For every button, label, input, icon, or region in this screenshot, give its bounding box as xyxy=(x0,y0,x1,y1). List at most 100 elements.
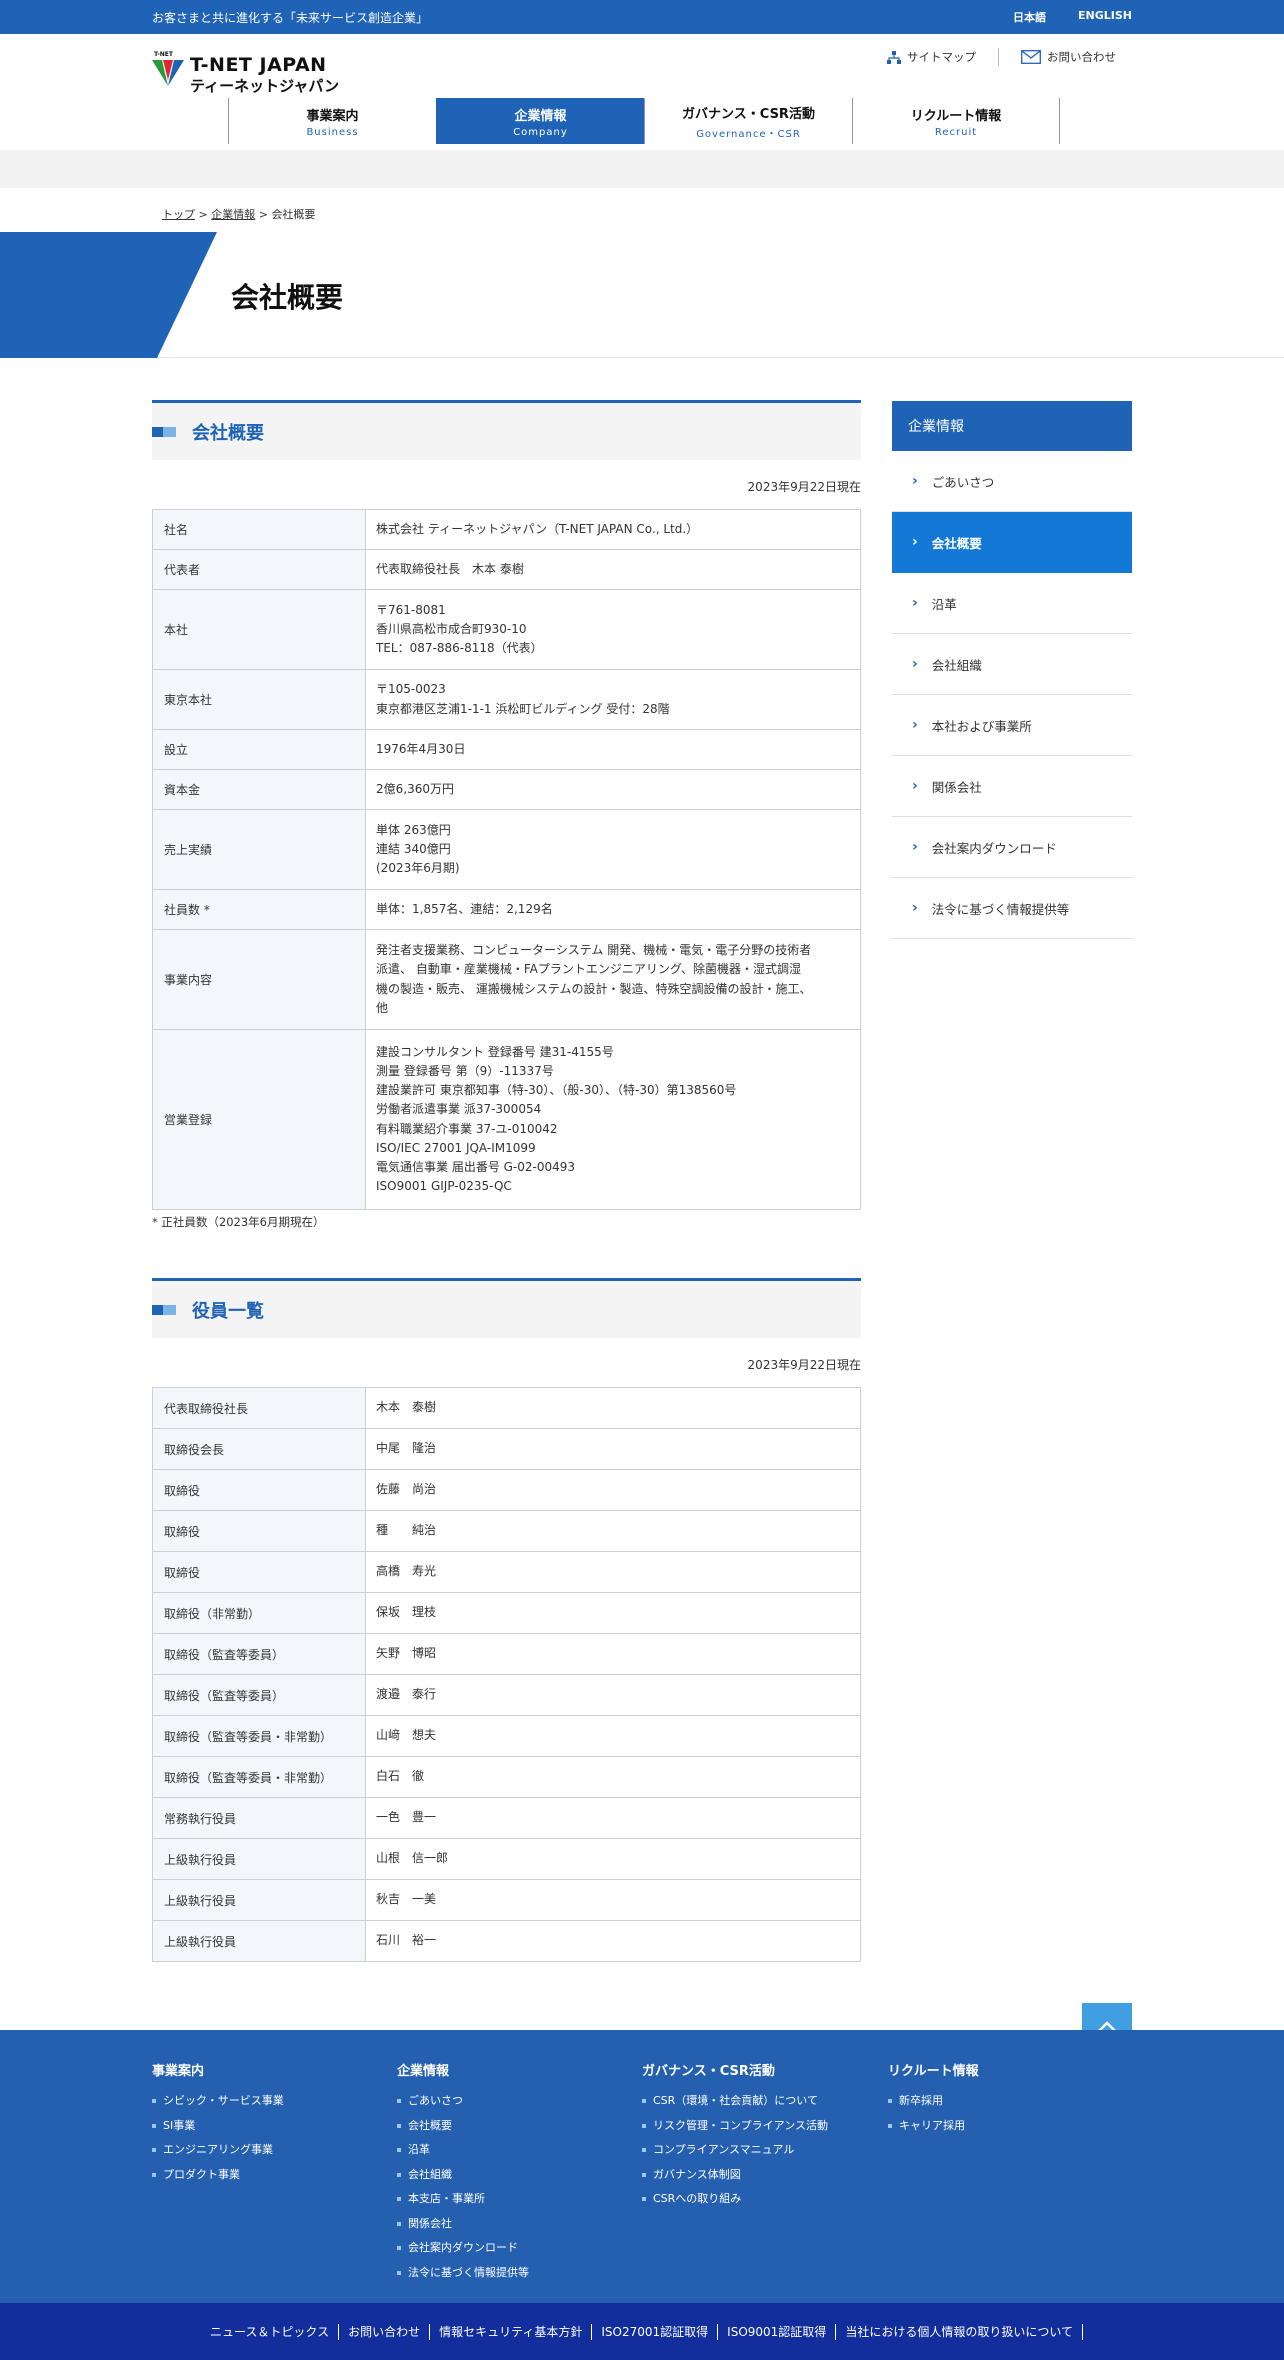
table-row: 取締役（非常勤） 保坂 理枝 xyxy=(152,1592,861,1634)
row-value: 建設コンサルタント 登録番号 建31-4155号 測量 登録番号 第（9）-113… xyxy=(365,1029,861,1210)
sidebar-item[interactable]: › 会社組織 xyxy=(892,634,1132,695)
officer-title: 代表取締役社長 xyxy=(152,1387,366,1429)
footer-link[interactable]: 本支店・事業所 xyxy=(397,2187,529,2212)
footer-link[interactable]: エンジニアリング事業 xyxy=(152,2138,284,2163)
footer-link[interactable]: 沿革 xyxy=(397,2138,529,2163)
row-value: 1976年4月30日 xyxy=(365,729,861,770)
bullet-icon xyxy=(397,2099,401,2104)
contact-link[interactable]: お問い合わせ xyxy=(1021,49,1116,65)
sidebar-item[interactable]: › 本社および事業所 xyxy=(892,695,1132,756)
footer-heading[interactable]: 企業情報 xyxy=(397,2060,529,2079)
bullet-icon xyxy=(397,2148,401,2153)
footer-link[interactable]: 関係会社 xyxy=(397,2212,529,2237)
footer-link-label: シビック・サービス事業 xyxy=(163,2094,284,2107)
footer-link-label: SI事業 xyxy=(163,2118,196,2132)
row-value: 2億6,360万円 xyxy=(365,769,861,810)
section-heading-text: 役員一覧 xyxy=(192,1300,264,1322)
footnote: * 正社員数（2023年6月期現在） xyxy=(152,1215,325,1229)
gnav-item-governance[interactable]: ガバナンス・CSR活動 Governance・CSR xyxy=(644,98,852,144)
bottom-link[interactable]: 当社における個人情報の取り扱いについて xyxy=(836,2323,1083,2340)
breadcrumb-company[interactable]: 企業情報 xyxy=(211,208,255,221)
top-bar: お客さまと共に進化する「未来サービス創造企業」 日本語 ENGLISH xyxy=(0,0,1284,34)
officer-title: 上級執行役員 xyxy=(152,1838,366,1880)
table-row: 取締役（監査等委員・非常勤） 山﨑 想夫 xyxy=(152,1715,861,1757)
footer-heading[interactable]: 事業案内 xyxy=(152,2060,284,2079)
breadcrumb: トップ > 企業情報 > 会社概要 xyxy=(162,206,315,222)
page: お客さまと共に進化する「未来サービス創造企業」 日本語 ENGLISH T-NE… xyxy=(0,0,1284,2360)
chevron-right-icon: › xyxy=(912,473,918,489)
sidebar-item[interactable]: › ごあいさつ xyxy=(892,451,1132,512)
lang-en-link[interactable]: ENGLISH xyxy=(1078,9,1132,25)
sidebar-item[interactable]: › 会社概要 xyxy=(892,512,1132,573)
gnav-item-company[interactable]: 企業情報 Company xyxy=(436,98,644,144)
table-row: 代表取締役社長 木本 泰樹 xyxy=(152,1387,861,1429)
footer-link[interactable]: キャリア採用 xyxy=(888,2114,979,2139)
footer-link[interactable]: 会社組織 xyxy=(397,2163,529,2188)
row-label: 事業内容 xyxy=(152,929,366,1030)
breadcrumb-separator: > xyxy=(255,208,272,221)
table-row: 社名 株式会社 ティーネットジャパン（T-NET JAPAN Co., Ltd.） xyxy=(152,509,861,550)
footer-link[interactable]: SI事業 xyxy=(152,2114,284,2139)
officer-title: 取締役 xyxy=(152,1551,366,1593)
bullet-icon xyxy=(397,2246,401,2251)
sidebar-item[interactable]: › 法令に基づく情報提供等 xyxy=(892,878,1132,939)
footer-link[interactable]: リスク管理・コンプライアンス活動 xyxy=(642,2114,828,2139)
logo[interactable]: T-NET T-NET JAPAN ティーネットジャパン xyxy=(152,50,339,94)
logo-text: T-NET JAPAN ティーネットジャパン xyxy=(190,50,339,94)
header: T-NET T-NET JAPAN ティーネットジャパン サイトマップ お問い合… xyxy=(0,34,1284,150)
footer-link[interactable]: 会社案内ダウンロード xyxy=(397,2236,529,2261)
footer-heading[interactable]: リクルート情報 xyxy=(888,2060,979,2079)
bottom-link[interactable]: ISO27001認証取得 xyxy=(592,2323,719,2340)
bottom-link[interactable]: お問い合わせ xyxy=(339,2323,431,2340)
footer: 事業案内シビック・サービス事業 SI事業エンジニアリング事業 プロダクト事業 企業情報… xyxy=(0,2030,1284,2303)
page-hero: 会社概要 xyxy=(0,232,1284,358)
sidebar-item[interactable]: › 沿革 xyxy=(892,573,1132,634)
table-row: 取締役（監査等委員） 渡邉 泰行 xyxy=(152,1674,861,1716)
footer-link[interactable]: CSR（環境・社会貢献）について xyxy=(642,2089,828,2114)
sidebar-item[interactable]: › 会社案内ダウンロード xyxy=(892,817,1132,878)
sidebar-item-label: 会社概要 xyxy=(931,535,982,551)
footer-link[interactable]: コンプライアンスマニュアル xyxy=(642,2138,828,2163)
gnav-sublabel: Recruit xyxy=(934,126,978,138)
gnav-item-recruit[interactable]: リクルート情報 Recruit xyxy=(852,98,1060,144)
officer-name: 木本 泰樹 xyxy=(365,1387,861,1429)
footer-bottom-links: ニュース＆トピックス お問い合わせ 情報セキュリティ基本方針 ISO27001認証取得… xyxy=(0,2303,1284,2360)
chevron-right-icon: › xyxy=(912,717,918,733)
lang-ja-link[interactable]: 日本語 xyxy=(1013,9,1046,25)
row-value: 単体：1,857名、連結：2,129名 xyxy=(365,889,861,930)
breadcrumb-separator: > xyxy=(195,208,212,221)
value-line: 有料職業紹介事業 37-ユ-010042 xyxy=(376,1121,558,1136)
bottom-link[interactable]: 情報セキュリティ基本方針 xyxy=(430,2323,593,2340)
footer-link[interactable]: シビック・サービス事業 xyxy=(152,2089,284,2114)
bullet-icon xyxy=(397,2123,401,2128)
footer-link[interactable]: ごあいさつ xyxy=(397,2089,529,2114)
bottom-link[interactable]: ニュース＆トピックス xyxy=(201,2323,340,2340)
bottom-link[interactable]: ISO9001認証取得 xyxy=(718,2323,837,2340)
footer-link[interactable]: ガバナンス体制図 xyxy=(642,2163,828,2188)
row-label: 社員数 * xyxy=(152,889,366,930)
sitemap-link[interactable]: サイトマップ xyxy=(887,49,976,65)
footer-link-label: キャリア採用 xyxy=(899,2118,965,2132)
footer-heading[interactable]: ガバナンス・CSR活動 xyxy=(642,2060,828,2079)
value-line: 派遣、 自動車・産業機械・FAプラントエンジニアリング、除菌機器・湿式調湿 xyxy=(376,962,801,977)
row-label: 本社 xyxy=(152,589,366,670)
footer-link[interactable]: プロダクト事業 xyxy=(152,2163,284,2188)
breadcrumb-home[interactable]: トップ xyxy=(162,208,195,221)
officer-name: 石川 裕一 xyxy=(365,1920,861,1962)
chevron-right-icon: › xyxy=(912,595,918,611)
gnav-item-business[interactable]: 事業案内 Business xyxy=(228,98,436,144)
bullet-icon xyxy=(152,2123,156,2128)
value-line: 建設コンサルタント 登録番号 建31-4155号 xyxy=(376,1044,614,1059)
value-line: 代表取締役社長 木本 泰樹 xyxy=(376,561,524,576)
footer-link[interactable]: 会社概要 xyxy=(397,2114,529,2139)
sidebar-item[interactable]: › 関係会社 xyxy=(892,756,1132,817)
officers-table: 代表取締役社長 木本 泰樹 取締役会長 中尾 隆治 取締役 佐藤 尚治 取締役種 純治 取締役… xyxy=(152,1387,861,1962)
footer-link[interactable]: CSRへの取り組み xyxy=(642,2187,828,2212)
footer-link-label: コンプライアンスマニュアル xyxy=(653,2143,795,2156)
footer-link[interactable]: 新卒採用 xyxy=(888,2089,979,2114)
officer-name: 山﨑 想夫 xyxy=(365,1715,861,1757)
footer-link[interactable]: 法令に基づく情報提供等 xyxy=(397,2261,529,2286)
officer-name: 高橋 寿光 xyxy=(365,1551,861,1593)
sitemap-icon xyxy=(887,50,901,64)
officer-title: 取締役会長 xyxy=(152,1428,366,1470)
